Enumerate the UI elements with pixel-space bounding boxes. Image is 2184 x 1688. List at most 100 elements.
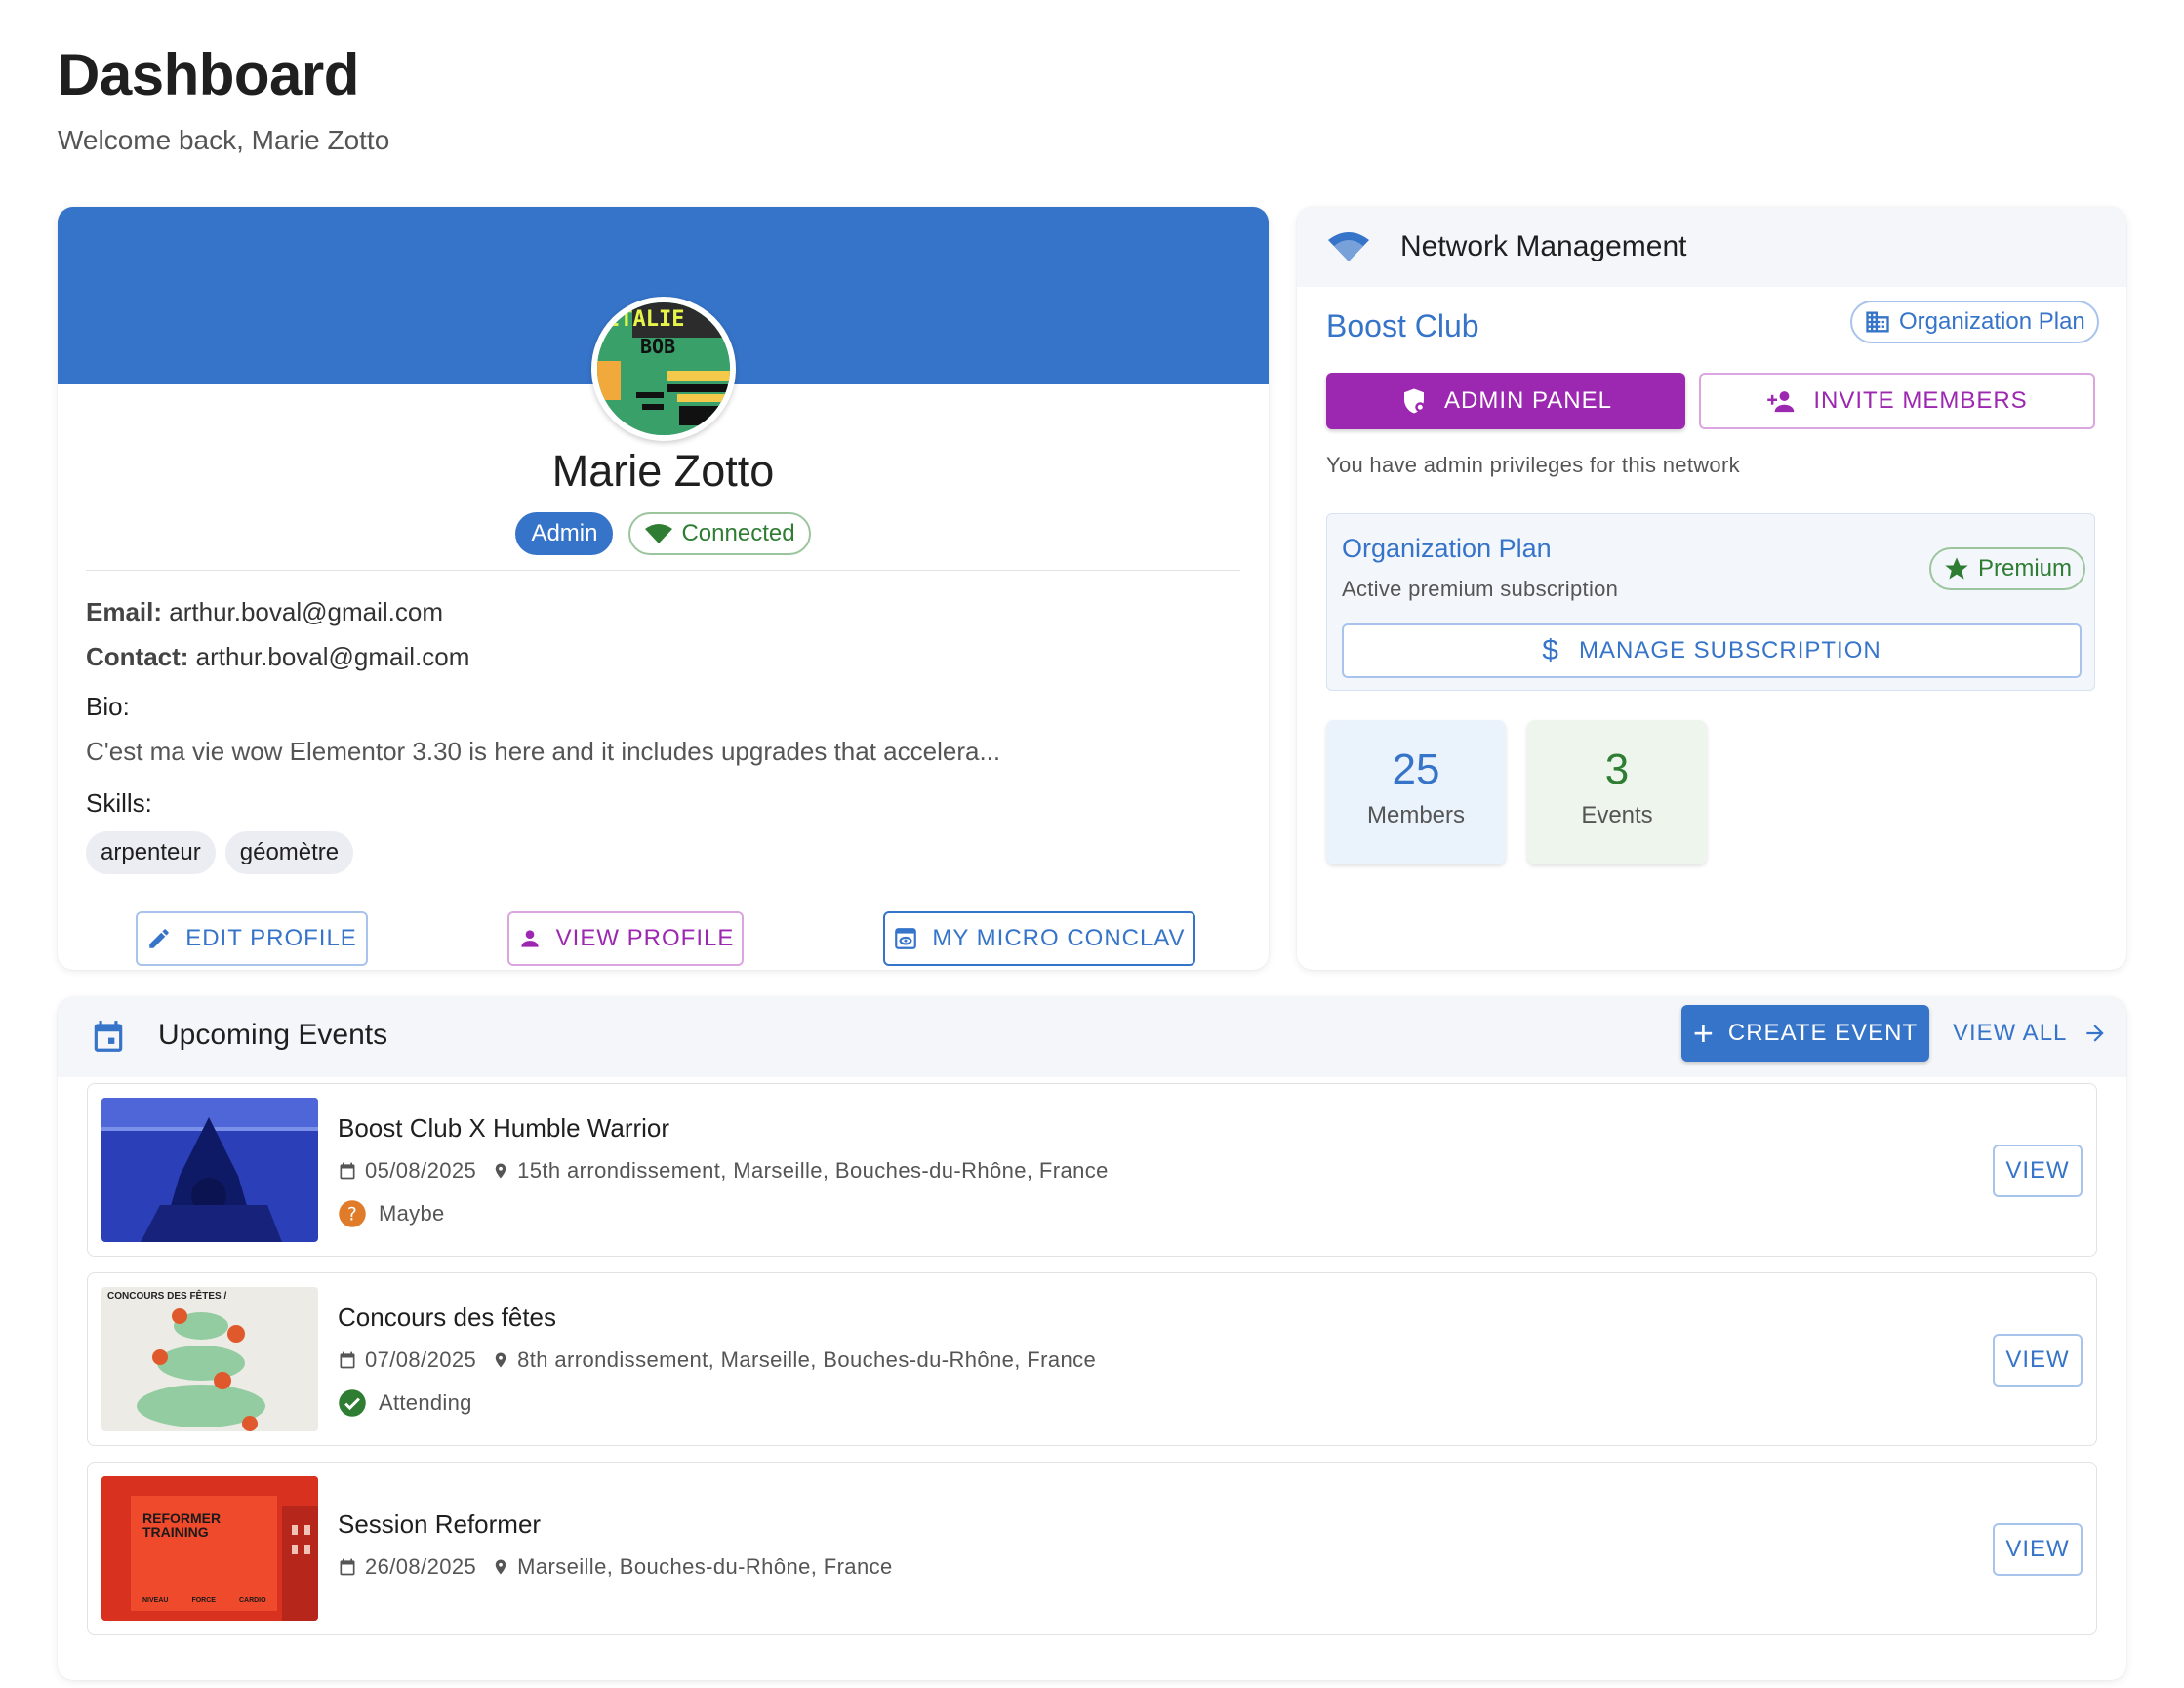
event-row[interactable]: CONCOURS DES FÊTES / Concours des fêtes … xyxy=(87,1272,2097,1446)
organization-plan-chip-label: Organization Plan xyxy=(1899,308,2085,335)
dollar-icon: $ xyxy=(1542,634,1559,666)
event-meta: 05/08/2025 15th arrondissement, Marseill… xyxy=(338,1158,1109,1184)
invite-members-button[interactable]: INVITE MEMBERS xyxy=(1699,373,2095,429)
event-status: Attending xyxy=(338,1388,472,1418)
view-profile-label: VIEW PROFILE xyxy=(555,925,735,951)
profile-divider xyxy=(86,570,1240,571)
event-row[interactable]: Boost Club X Humble Warrior 05/08/2025 1… xyxy=(87,1083,2097,1257)
event-date: 26/08/2025 xyxy=(365,1554,477,1579)
contact-label: Contact: xyxy=(86,642,189,671)
plan-title: Organization Plan xyxy=(1342,534,1552,563)
event-thumbnail-footer: NIVEAU FORCE CARDIO xyxy=(142,1597,266,1604)
view-all-button[interactable]: VIEW ALL xyxy=(1953,1005,2108,1062)
email-label: Email: xyxy=(86,597,163,626)
my-micro-conclav-label: MY MICRO CONCLAV xyxy=(932,925,1186,951)
members-count: 25 xyxy=(1392,745,1440,793)
bio-text: C'est ma vie wow Elementor 3.30 is here … xyxy=(86,737,1001,766)
profile-name: Marie Zotto xyxy=(551,446,775,496)
admin-privileges-note: You have admin privileges for this netwo… xyxy=(1326,453,1740,477)
upcoming-events-card: Upcoming Events + CREATE EVENT VIEW ALL xyxy=(58,997,2126,1680)
svg-text:ITALIE: ITALIE xyxy=(607,307,684,332)
wifi-icon xyxy=(645,524,673,543)
skills-list: arpenteur géomètre xyxy=(86,831,354,874)
event-status-label: Maybe xyxy=(379,1201,445,1226)
invite-members-label: INVITE MEMBERS xyxy=(1813,387,2028,414)
event-thumbnail: CONCOURS DES FÊTES / xyxy=(101,1287,318,1431)
pencil-icon xyxy=(149,929,169,948)
person-add-icon xyxy=(1767,391,1795,413)
event-date: 05/08/2025 xyxy=(365,1158,477,1183)
manage-subscription-button[interactable]: $ MANAGE SUBSCRIPTION xyxy=(1342,623,2082,678)
my-micro-conclav-button[interactable]: MY MICRO CONCLAV xyxy=(883,911,1195,966)
profile-badges: Admin Connected xyxy=(58,512,1269,555)
club-name[interactable]: Boost Club xyxy=(1326,308,1479,344)
members-stat: 25 Members xyxy=(1326,720,1506,864)
event-location: 15th arrondissement, Marseille, Bouches-… xyxy=(517,1158,1109,1183)
view-all-label: VIEW ALL xyxy=(1953,1020,2068,1046)
plus-icon: + xyxy=(1692,1013,1715,1053)
premium-badge: Premium xyxy=(1929,547,2086,590)
view-event-button[interactable]: VIEW xyxy=(1993,1145,2083,1197)
admin-badge: Admin xyxy=(515,512,614,555)
admin-shield-icon xyxy=(1404,388,1426,414)
view-event-button[interactable]: VIEW xyxy=(1993,1523,2083,1576)
view-profile-button[interactable]: VIEW PROFILE xyxy=(507,911,744,966)
calendar-icon xyxy=(340,1351,355,1369)
check-circle-icon xyxy=(339,1389,366,1417)
help-circle-icon: ? xyxy=(339,1200,366,1227)
event-title[interactable]: Session Reformer xyxy=(338,1509,541,1540)
connected-label: Connected xyxy=(681,520,795,546)
calendar-icon xyxy=(340,1162,355,1180)
building-icon xyxy=(1866,311,1889,333)
location-pin-icon xyxy=(495,1163,506,1179)
location-pin-icon xyxy=(495,1352,506,1368)
person-icon xyxy=(520,930,539,947)
star-icon xyxy=(1945,557,1968,580)
wifi-icon xyxy=(1328,232,1369,261)
welcome-subtitle: Welcome back, Marie Zotto xyxy=(58,125,390,155)
event-thumbnail-caption: CONCOURS DES FÊTES / xyxy=(107,1291,227,1302)
events-stat: 3 Events xyxy=(1527,720,1707,864)
skills-label: Skills: xyxy=(86,788,152,818)
events-header: Upcoming Events + CREATE EVENT VIEW ALL xyxy=(58,997,2126,1077)
view-event-button[interactable]: VIEW xyxy=(1993,1334,2083,1387)
event-thumbnail xyxy=(101,1098,318,1242)
bio-label: Bio: xyxy=(86,692,130,721)
profile-card: ITALIE BOB Marie Zotto Admin Connected E… xyxy=(58,207,1269,970)
connected-badge: Connected xyxy=(628,512,811,555)
edit-profile-label: EDIT PROFILE xyxy=(185,925,357,951)
edit-profile-button[interactable]: EDIT PROFILE xyxy=(136,911,368,966)
plan-subtitle: Active premium subscription xyxy=(1342,577,1619,601)
event-thumbnail-caption: REFORMER TRAINING xyxy=(142,1510,222,1540)
events-count: 3 xyxy=(1604,745,1630,793)
event-title[interactable]: Concours des fêtes xyxy=(338,1303,556,1333)
avatar: ITALIE BOB xyxy=(591,297,736,441)
event-status: ? Maybe xyxy=(338,1199,445,1228)
footer-label: CARDIO xyxy=(238,1597,266,1604)
event-thumbnail: REFORMER TRAINING NIVEAU FORCE CARDIO xyxy=(101,1476,318,1621)
create-event-label: CREATE EVENT xyxy=(1727,1020,1919,1046)
calendar-icon xyxy=(340,1558,355,1576)
event-title[interactable]: Boost Club X Humble Warrior xyxy=(338,1113,669,1144)
footer-label: FORCE xyxy=(191,1597,216,1604)
location-pin-icon xyxy=(495,1559,506,1575)
footer-label: NIVEAU xyxy=(142,1597,169,1604)
svg-text:BOB: BOB xyxy=(640,335,675,358)
skill-chip: arpenteur xyxy=(86,831,216,874)
create-event-button[interactable]: + CREATE EVENT xyxy=(1681,1005,1929,1062)
contact-line: Contact: arthur.boval@gmail.com xyxy=(86,642,469,672)
dashboard-page: Dashboard Welcome back, Marie Zotto ITAL… xyxy=(0,0,2184,1688)
skill-chip: géomètre xyxy=(224,831,354,874)
event-row[interactable]: REFORMER TRAINING NIVEAU FORCE CARDIO Se… xyxy=(87,1462,2097,1635)
svg-text:?: ? xyxy=(347,1204,357,1225)
network-header: Network Management xyxy=(1297,207,2126,287)
network-header-title: Network Management xyxy=(1400,230,1687,262)
event-meta: 07/08/2025 8th arrondissement, Marseille… xyxy=(338,1347,1096,1373)
calendar-icon xyxy=(94,1021,123,1052)
events-label: Events xyxy=(1581,802,1653,828)
event-location: Marseille, Bouches-du-Rhône, France xyxy=(517,1554,893,1579)
email-line: Email: arthur.boval@gmail.com xyxy=(86,597,443,627)
admin-panel-label: ADMIN PANEL xyxy=(1444,387,1612,414)
admin-panel-button[interactable]: ADMIN PANEL xyxy=(1326,373,1685,429)
organization-plan-box: Organization Plan Active premium subscri… xyxy=(1326,513,2095,691)
